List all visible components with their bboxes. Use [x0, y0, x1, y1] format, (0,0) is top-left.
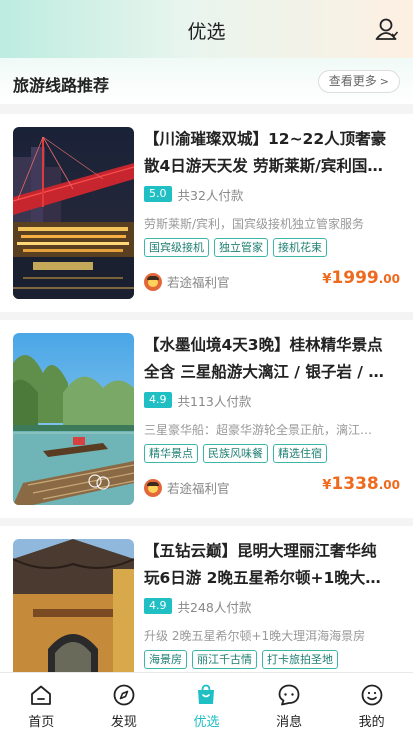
tab-label: 首页	[28, 715, 55, 730]
route-title-line2: 玩6日游 2晚五星希尔顿+1晚大理洱海	[144, 569, 396, 587]
tag: 精华景点	[144, 444, 198, 463]
route-title: 【川渝璀璨双城】12~22人顶奢豪 散4日游天天发 劳斯莱斯/宾利国宾级接机	[144, 126, 396, 180]
message-icon	[278, 684, 300, 706]
tag: 国宾级接机	[144, 238, 209, 257]
tab-home[interactable]: 首页	[0, 673, 83, 734]
rating-row: 5.0 共32人付款	[144, 185, 243, 203]
view-more-label: 查看更多	[328, 74, 377, 88]
seller-name: 若途福利官	[167, 275, 230, 290]
route-title-line1: 【水墨仙境4天3晚】桂林精华景点	[144, 336, 383, 354]
rating-row: 4.9 共113人付款	[144, 391, 251, 409]
tab-label: 发现	[110, 715, 137, 730]
section-header: 旅游线路推荐 查看更多 >	[0, 58, 413, 104]
avatar	[144, 272, 162, 291]
route-card[interactable]: 【水墨仙境4天3晚】桂林精华景点 全含 三星船游大漓江 / 银子岩 / 阳朔 4…	[0, 320, 413, 518]
home-icon	[31, 685, 52, 705]
rating-badge: 4.9	[144, 598, 172, 614]
compass-icon	[113, 684, 135, 706]
tag: 打卡旅拍圣地	[262, 650, 338, 669]
view-more-button[interactable]: 查看更多 >	[317, 70, 400, 93]
tag: 海景房	[144, 650, 187, 669]
route-image	[13, 127, 134, 299]
price-integer: 1999	[331, 268, 379, 288]
route-title-line1: 【五钻云巅】昆明大理丽江奢华纯	[144, 542, 377, 560]
avatar	[144, 478, 162, 497]
tag: 民族风味餐	[203, 444, 268, 463]
tag-list: 海景房 丽江千古情 打卡旅拍圣地	[144, 650, 338, 669]
route-title-line1: 【川渝璀璨双城】12~22人顶奢豪	[144, 130, 387, 148]
price-decimal: .00	[378, 478, 400, 492]
tag: 接机花束	[273, 238, 327, 257]
price: ¥1338.00	[322, 474, 400, 494]
tab-label: 优选	[193, 715, 220, 730]
paid-count: 共113人付款	[177, 393, 252, 409]
route-card[interactable]: 【川渝璀璨双城】12~22人顶奢豪 散4日游天天发 劳斯莱斯/宾利国宾级接机 5…	[0, 114, 413, 312]
price: ¥1999.00	[322, 268, 400, 288]
tag: 丽江千古情	[192, 650, 257, 669]
tag: 独立管家	[214, 238, 268, 257]
tab-label: 消息	[276, 715, 303, 730]
rating-row: 4.9 共248人付款	[144, 597, 251, 615]
price-integer: 1338	[331, 474, 379, 494]
chevron-right-icon: >	[379, 75, 389, 88]
route-desc: 升级 2晚五星希尔顿+1晚大理洱海海景房	[144, 629, 366, 643]
route-title: 【五钻云巅】昆明大理丽江奢华纯 玩6日游 2晚五星希尔顿+1晚大理洱海	[144, 538, 396, 592]
page-title: 优选	[187, 21, 226, 43]
bottom-tab-bar: 首页 发现 优选 消息 我的	[0, 672, 413, 734]
tag: 精选住宿	[273, 444, 327, 463]
user-icon[interactable]	[373, 15, 401, 43]
route-desc: 劳斯莱斯/宾利，国宾级接机独立管家服务	[144, 217, 365, 231]
tab-featured[interactable]: 优选	[165, 673, 248, 734]
paid-count: 共248人付款	[177, 599, 252, 615]
route-image	[13, 333, 134, 505]
price-decimal: .00	[378, 272, 400, 286]
route-title-line2: 全含 三星船游大漓江 / 银子岩 / 阳朔	[144, 363, 396, 381]
route-title: 【水墨仙境4天3晚】桂林精华景点 全含 三星船游大漓江 / 银子岩 / 阳朔	[144, 332, 396, 386]
seller: 若途福利官	[144, 478, 230, 497]
shopping-bag-icon	[198, 684, 215, 704]
smiley-icon	[361, 684, 383, 706]
seller: 若途福利官	[144, 272, 230, 291]
route-desc: 三星豪华船：超豪华游轮全景正航，漓江美景	[144, 423, 378, 437]
rating-badge: 5.0	[144, 186, 172, 202]
tab-profile[interactable]: 我的	[330, 673, 413, 734]
rating-badge: 4.9	[144, 392, 172, 408]
tag-list: 国宾级接机 独立管家 接机花束	[144, 238, 327, 257]
tab-messages[interactable]: 消息	[248, 673, 331, 734]
tag-list: 精华景点 民族风味餐 精选住宿	[144, 444, 327, 463]
seller-name: 若途福利官	[167, 481, 230, 496]
tab-discover[interactable]: 发现	[83, 673, 166, 734]
route-title-line2: 散4日游天天发 劳斯莱斯/宾利国宾级接机	[144, 157, 396, 175]
section-title: 旅游线路推荐	[13, 76, 110, 95]
paid-count: 共32人付款	[177, 187, 244, 203]
tab-label: 我的	[358, 715, 385, 730]
top-header: 优选	[0, 0, 413, 58]
